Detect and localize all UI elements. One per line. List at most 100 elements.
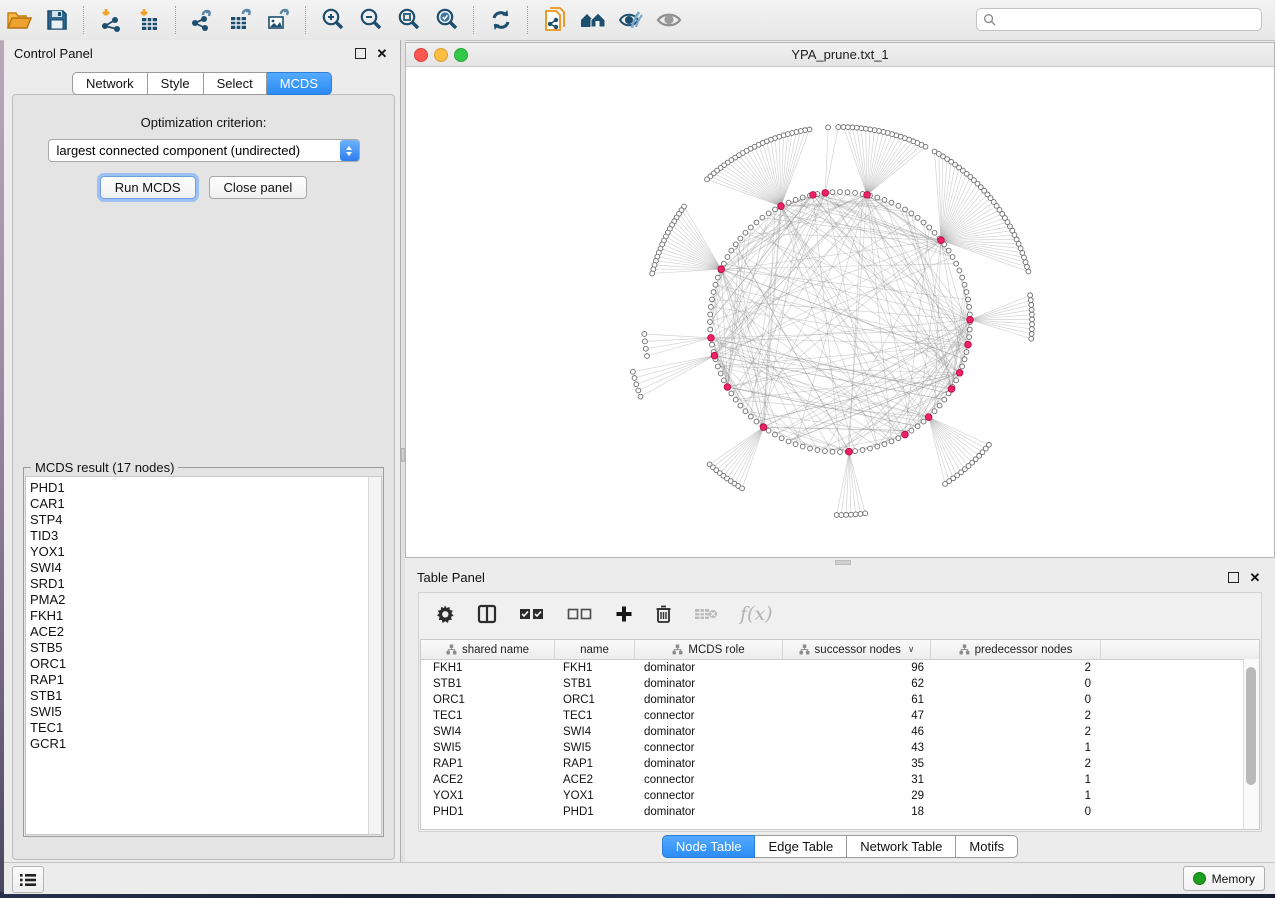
zoom-selected-button[interactable] xyxy=(428,3,466,37)
cell-shared-name[interactable]: ACE2 xyxy=(421,772,555,788)
cell-shared-name[interactable]: SWI4 xyxy=(421,724,555,740)
cell-successor-nodes[interactable]: 43 xyxy=(783,740,931,756)
cell-name[interactable]: SWI5 xyxy=(555,740,635,756)
cell-MCDS-role[interactable]: dominator xyxy=(635,724,783,740)
cell-successor-nodes[interactable]: 62 xyxy=(783,676,931,692)
cell-shared-name[interactable]: STB1 xyxy=(421,676,555,692)
tab-style[interactable]: Style xyxy=(148,72,204,95)
cell-name[interactable]: ORC1 xyxy=(555,692,635,708)
cell-name[interactable]: STB1 xyxy=(555,676,635,692)
control-panel-close-button[interactable]: ✕ xyxy=(374,45,390,61)
mcds-result-item[interactable]: PMA2 xyxy=(30,592,368,608)
cell-name[interactable]: YOX1 xyxy=(555,788,635,804)
hide-graphics-button[interactable] xyxy=(612,3,650,37)
add-column-button[interactable] xyxy=(615,605,633,623)
show-graphics-button[interactable] xyxy=(650,3,688,37)
tab-network[interactable]: Network xyxy=(72,72,148,95)
cell-shared-name[interactable]: TEC1 xyxy=(421,708,555,724)
tab-edge-table[interactable]: Edge Table xyxy=(755,835,847,858)
column-header-predecessor-nodes[interactable]: predecessor nodes xyxy=(931,640,1101,659)
maximize-traffic-light[interactable] xyxy=(454,48,468,62)
cell-predecessor-nodes[interactable]: 2 xyxy=(931,660,1101,676)
export-table-button[interactable] xyxy=(222,3,260,37)
mcds-result-listbox[interactable]: PHD1CAR1STP4TID3YOX1SWI4SRD1PMA2FKH1ACE2… xyxy=(25,476,382,835)
table-panel-close-button[interactable]: ✕ xyxy=(1247,569,1263,585)
mcds-result-item[interactable]: CAR1 xyxy=(30,496,368,512)
cell-MCDS-role[interactable]: connector xyxy=(635,740,783,756)
table-row[interactable]: SWI5SWI5connector431 xyxy=(421,740,1259,756)
show-columns-button[interactable] xyxy=(477,604,497,624)
export-network-button[interactable] xyxy=(184,3,222,37)
mcds-result-item[interactable]: SRD1 xyxy=(30,576,368,592)
cell-successor-nodes[interactable]: 35 xyxy=(783,756,931,772)
cell-predecessor-nodes[interactable]: 0 xyxy=(931,692,1101,708)
criterion-select[interactable]: largest connected component (undirected) xyxy=(48,139,360,162)
export-image-button[interactable] xyxy=(260,3,298,37)
cell-name[interactable]: TEC1 xyxy=(555,708,635,724)
minimize-traffic-light[interactable] xyxy=(434,48,448,62)
mcds-result-item[interactable]: YOX1 xyxy=(30,544,368,560)
zoom-out-button[interactable] xyxy=(352,3,390,37)
memory-button[interactable]: Memory xyxy=(1183,866,1265,891)
delete-column-button[interactable] xyxy=(655,604,672,624)
column-header-shared-name[interactable]: shared name xyxy=(421,640,555,659)
mcds-result-item[interactable]: RAP1 xyxy=(30,672,368,688)
cell-predecessor-nodes[interactable]: 2 xyxy=(931,708,1101,724)
horizontal-splitter[interactable] xyxy=(405,558,1275,565)
cell-successor-nodes[interactable]: 31 xyxy=(783,772,931,788)
cell-shared-name[interactable]: RAP1 xyxy=(421,756,555,772)
import-network-button[interactable] xyxy=(92,3,130,37)
mcds-result-item[interactable]: TID3 xyxy=(30,528,368,544)
table-row[interactable]: RAP1RAP1dominator352 xyxy=(421,756,1259,772)
table-row[interactable]: STB1STB1dominator620 xyxy=(421,676,1259,692)
mcds-result-item[interactable]: PHD1 xyxy=(30,480,368,496)
cell-successor-nodes[interactable]: 47 xyxy=(783,708,931,724)
cell-name[interactable]: SWI4 xyxy=(555,724,635,740)
cell-successor-nodes[interactable]: 61 xyxy=(783,692,931,708)
cell-MCDS-role[interactable]: dominator xyxy=(635,676,783,692)
close-panel-button[interactable]: Close panel xyxy=(209,176,308,199)
network-overview-button[interactable] xyxy=(574,3,612,37)
mcds-result-item[interactable]: SWI4 xyxy=(30,560,368,576)
cell-predecessor-nodes[interactable]: 1 xyxy=(931,740,1101,756)
tab-motifs[interactable]: Motifs xyxy=(956,835,1018,858)
column-header-name[interactable]: name xyxy=(555,640,635,659)
cell-predecessor-nodes[interactable]: 2 xyxy=(931,756,1101,772)
network-canvas[interactable] xyxy=(406,66,1274,557)
cell-MCDS-role[interactable]: dominator xyxy=(635,756,783,772)
cell-predecessor-nodes[interactable]: 1 xyxy=(931,788,1101,804)
cell-successor-nodes[interactable]: 18 xyxy=(783,804,931,820)
table-row[interactable]: FKH1FKH1dominator962 xyxy=(421,660,1259,676)
cell-successor-nodes[interactable]: 29 xyxy=(783,788,931,804)
mcds-result-item[interactable]: STP4 xyxy=(30,512,368,528)
deselect-all-button[interactable] xyxy=(567,606,593,622)
cell-MCDS-role[interactable]: connector xyxy=(635,788,783,804)
table-row[interactable]: ORC1ORC1dominator610 xyxy=(421,692,1259,708)
tab-select[interactable]: Select xyxy=(204,72,267,95)
cell-shared-name[interactable]: YOX1 xyxy=(421,788,555,804)
cell-shared-name[interactable]: FKH1 xyxy=(421,660,555,676)
open-session-button[interactable] xyxy=(0,3,38,37)
table-row[interactable]: SWI4SWI4dominator462 xyxy=(421,724,1259,740)
column-header-successor-nodes[interactable]: successor nodes∨ xyxy=(783,640,931,659)
cell-name[interactable]: FKH1 xyxy=(555,660,635,676)
cell-MCDS-role[interactable]: dominator xyxy=(635,804,783,820)
cell-name[interactable]: RAP1 xyxy=(555,756,635,772)
select-all-button[interactable] xyxy=(519,606,545,622)
cell-MCDS-role[interactable]: connector xyxy=(635,772,783,788)
cell-predecessor-nodes[interactable]: 0 xyxy=(931,676,1101,692)
mcds-result-item[interactable]: STB1 xyxy=(30,688,368,704)
run-mcds-button[interactable]: Run MCDS xyxy=(100,176,196,199)
table-row[interactable]: YOX1YOX1connector291 xyxy=(421,788,1259,804)
mcds-result-item[interactable]: TEC1 xyxy=(30,720,368,736)
save-session-button[interactable] xyxy=(38,3,76,37)
mcds-result-item[interactable]: FKH1 xyxy=(30,608,368,624)
mcds-result-item[interactable]: ORC1 xyxy=(30,656,368,672)
mcds-result-item[interactable]: STB5 xyxy=(30,640,368,656)
cell-predecessor-nodes[interactable]: 1 xyxy=(931,772,1101,788)
refresh-view-button[interactable] xyxy=(482,3,520,37)
share-network-button[interactable] xyxy=(536,3,574,37)
tab-mcds[interactable]: MCDS xyxy=(267,72,332,95)
cell-name[interactable]: PHD1 xyxy=(555,804,635,820)
zoom-in-button[interactable] xyxy=(314,3,352,37)
